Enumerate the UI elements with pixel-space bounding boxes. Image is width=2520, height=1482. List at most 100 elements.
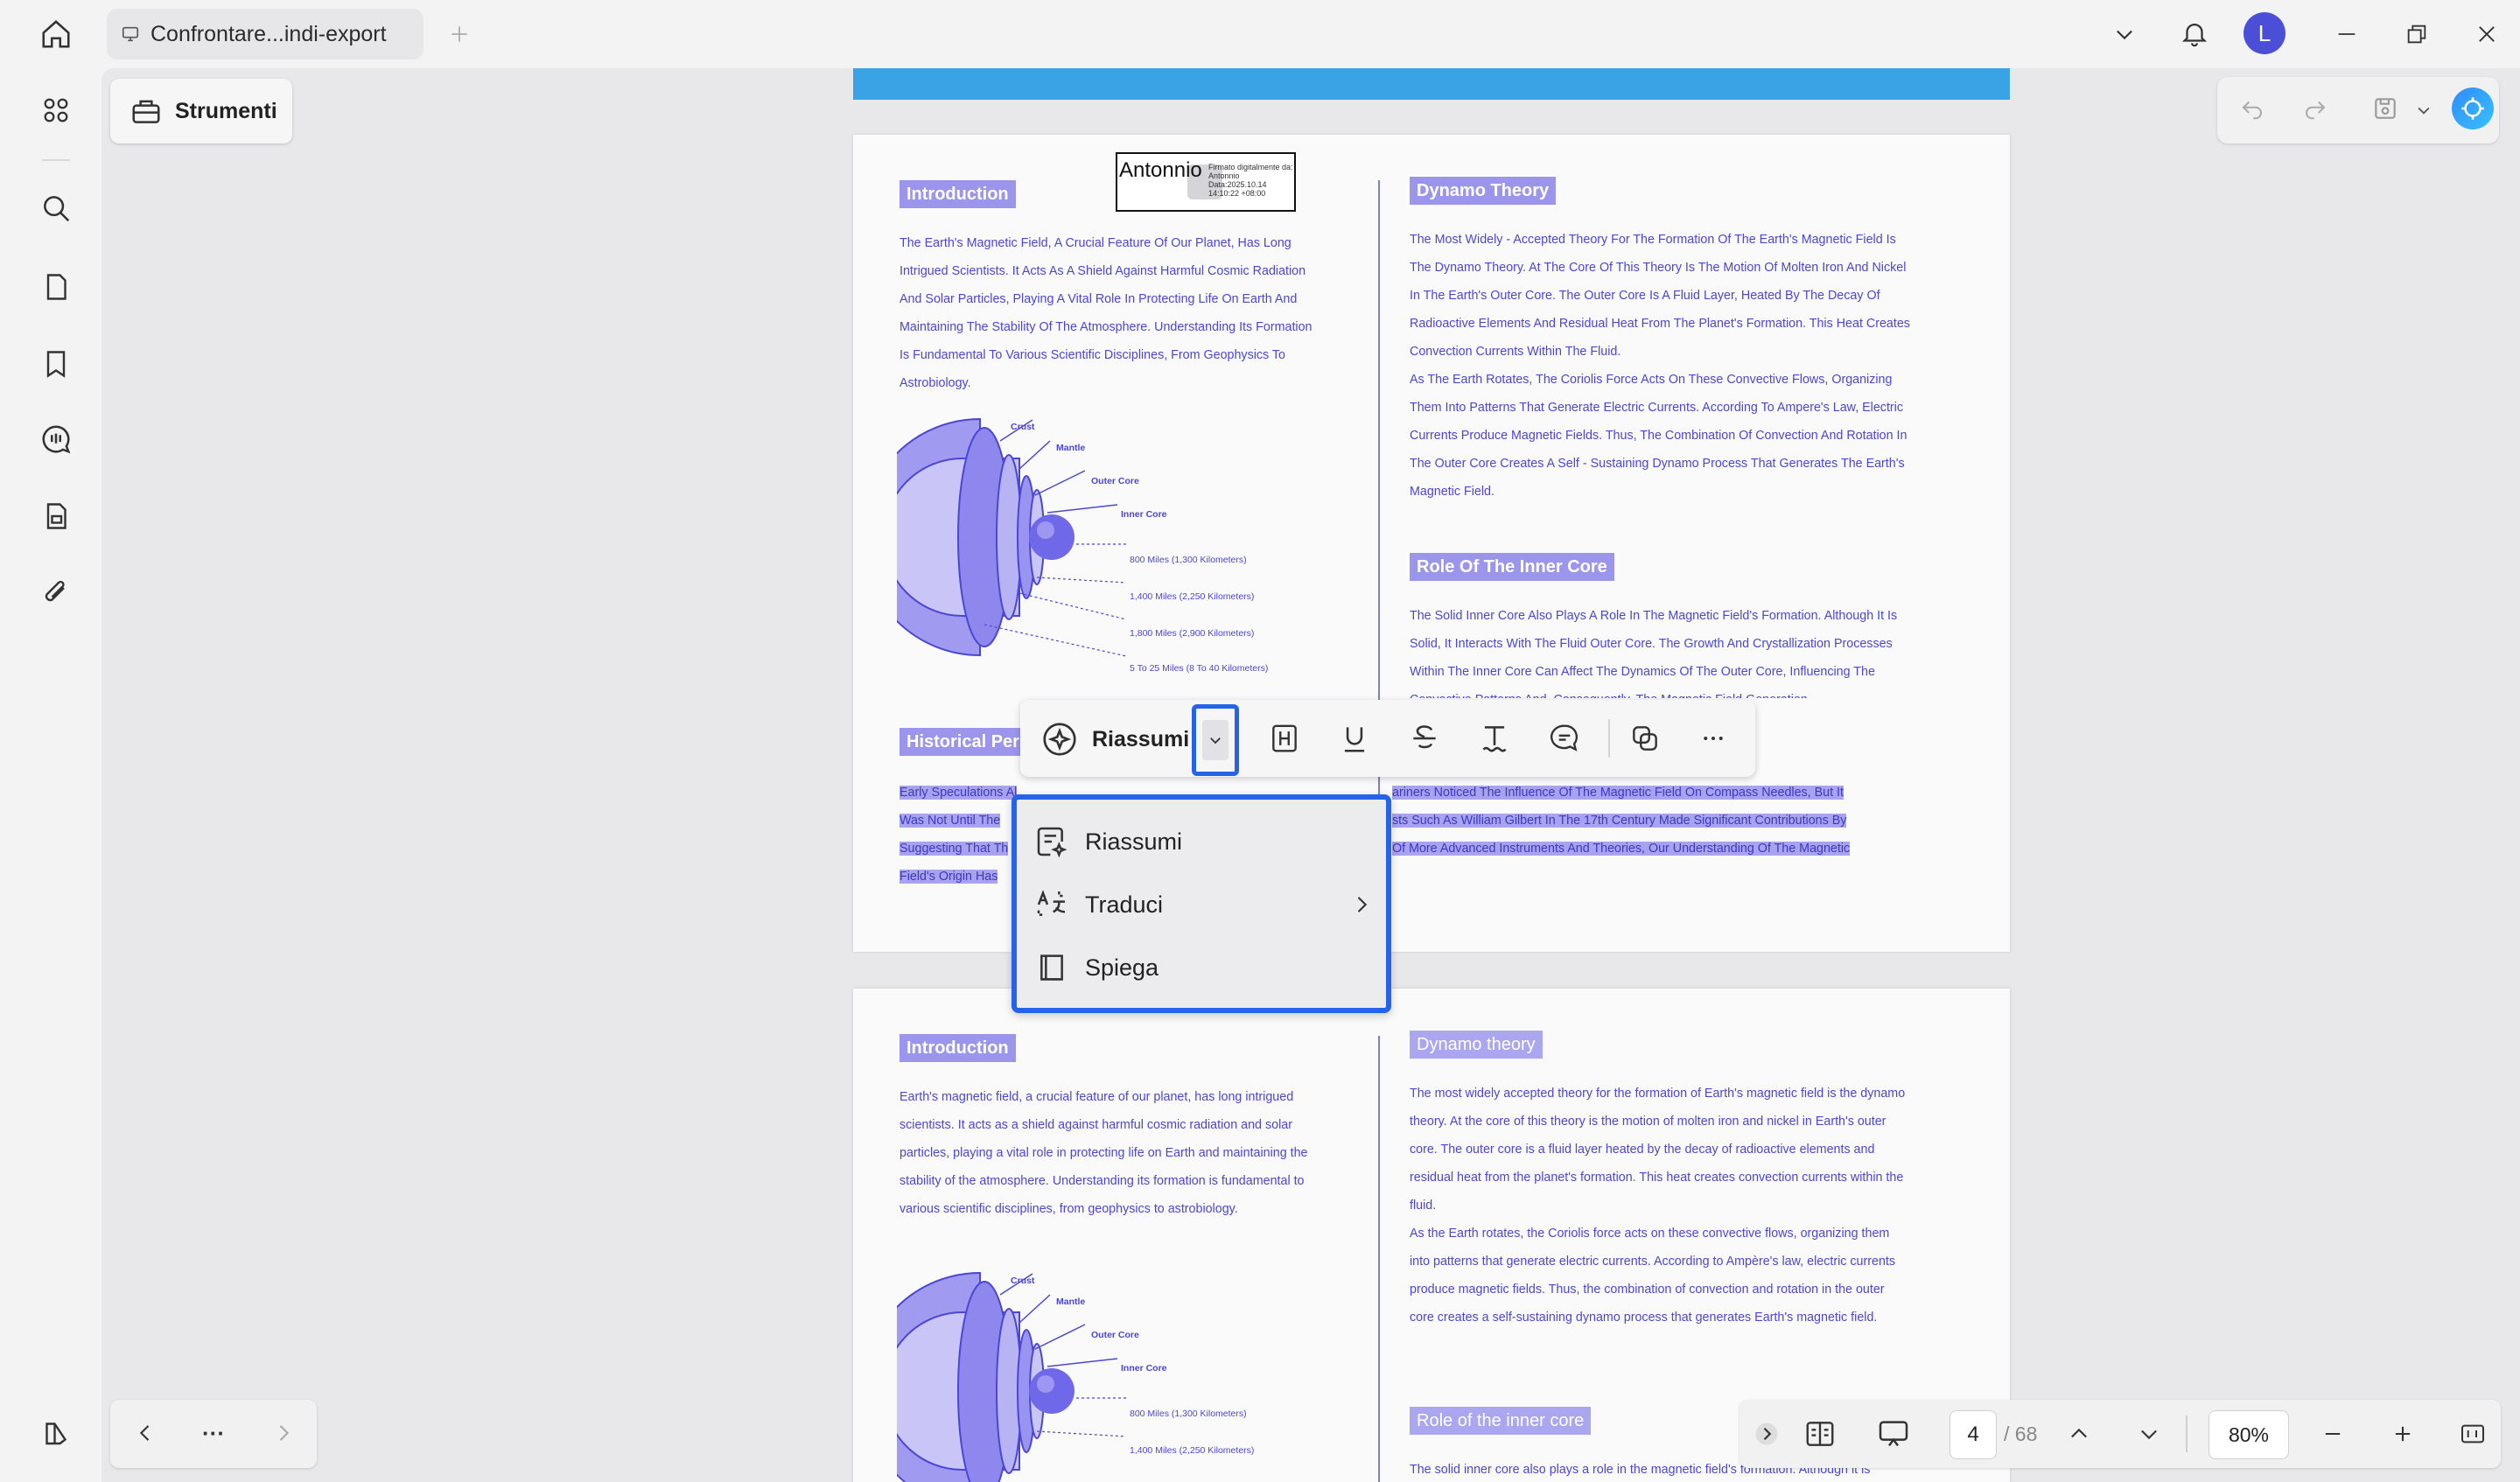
- zoom-out-minus-icon[interactable]: [2315, 1417, 2350, 1451]
- apps-grid-icon[interactable]: [37, 91, 75, 129]
- layer-label: Outer Core: [1091, 1330, 1139, 1340]
- highlighted-text: Suggesting That Th: [900, 842, 1009, 856]
- highlighted-text: Of More Advanced Instruments And Theorie…: [1392, 842, 1851, 856]
- comment-icon[interactable]: [37, 420, 75, 458]
- highlighted-text: sts Such As William Gilbert In The 17th …: [1392, 814, 1847, 828]
- ai-options-dropdown-button[interactable]: [1192, 704, 1239, 776]
- actual-size-icon[interactable]: [2455, 1417, 2490, 1451]
- presentation-icon[interactable]: [1872, 1416, 1914, 1452]
- section-title-introduction: Introduction: [900, 180, 1016, 208]
- sidebar-separator: [42, 159, 70, 161]
- signature-details: Firmato digitalmente da: Antonnio Data:2…: [1208, 163, 1293, 198]
- text-squiggly-icon[interactable]: [1475, 719, 1514, 758]
- zoom-in-plus-icon[interactable]: [2385, 1417, 2420, 1451]
- text-line: Earth's magnetic field, a crucial featur…: [900, 1090, 1294, 1104]
- text-line: Currents Produce Magnetic Fields. Thus, …: [1410, 429, 1908, 443]
- current-page-input[interactable]: 4: [1950, 1410, 1997, 1459]
- menu-item-label: Spiega: [1085, 954, 1159, 981]
- bookmark-icon[interactable]: [37, 345, 75, 383]
- strikethrough-icon[interactable]: [1405, 719, 1444, 758]
- redo-icon[interactable]: [2298, 91, 2333, 126]
- section-title-historical: Historical Pers: [900, 728, 1037, 756]
- more-pages-button[interactable]: ···: [194, 1416, 233, 1451]
- text-line: Convective Patterns And, Consequently, T…: [1410, 686, 1987, 698]
- translate-icon: [1037, 890, 1066, 916]
- chevron-down-icon[interactable]: [2107, 17, 2142, 51]
- attachment-icon[interactable]: [37, 574, 75, 612]
- highlight-icon[interactable]: [1265, 719, 1304, 758]
- signature-name: Antonnio: [1119, 158, 1202, 182]
- page-layout-icon[interactable]: [1801, 1416, 1839, 1452]
- text-line: The Dynamo Theory. At The Core Of This T…: [1410, 261, 1907, 275]
- ai-options-menu: Riassumi Traduci Spiega: [1012, 794, 1391, 1013]
- distance-label: 800 Miles (1,300 Kilometers): [1130, 1409, 1247, 1419]
- highlighted-text: Early Speculations Al: [900, 786, 1018, 800]
- text-line: Astrobiology.: [900, 376, 971, 390]
- underline-icon[interactable]: [1335, 719, 1374, 758]
- text-line: Magnetic Field.: [1410, 485, 1494, 499]
- home-icon[interactable]: [35, 14, 77, 54]
- text-line: core. The outer core is a fluid layer he…: [1410, 1143, 1875, 1157]
- toolbox-icon: [132, 100, 160, 123]
- strumenti-button[interactable]: Strumenti: [110, 79, 292, 143]
- inner-core-paragraph: The Solid Inner Core Also Plays A Role I…: [1410, 602, 1987, 698]
- text-line: The most widely accepted theory for the …: [1410, 1087, 1906, 1101]
- ai-assistant-icon[interactable]: [2452, 87, 2494, 129]
- zoom-level-input[interactable]: 80%: [2208, 1410, 2289, 1459]
- layer-label: Mantle: [1056, 443, 1086, 453]
- ai-sparkle-icon: [1043, 723, 1076, 756]
- riassumi-button[interactable]: Riassumi: [1040, 716, 1189, 763]
- menu-item-riassumi[interactable]: Riassumi: [1034, 817, 1381, 866]
- total-pages: / 68: [2004, 1423, 2038, 1445]
- text-line: Them Into Patterns That Generate Electri…: [1410, 401, 1904, 415]
- forward-arrow-icon[interactable]: [266, 1416, 301, 1451]
- more-options-icon[interactable]: [1694, 719, 1732, 758]
- copy-icon[interactable]: [1626, 719, 1664, 758]
- save-icon[interactable]: [2368, 91, 2403, 126]
- new-tab-plus-icon[interactable]: [443, 17, 476, 51]
- chevron-down-icon: [1210, 738, 1221, 744]
- theme-icon[interactable]: [37, 1414, 75, 1452]
- text-line: stability of the atmosphere. Understandi…: [900, 1174, 1305, 1188]
- save-options-chevron-icon[interactable]: [2412, 98, 2436, 122]
- layer-label: Crust: [1011, 1276, 1035, 1286]
- text-line: Convection Currents Within The Fluid.: [1410, 345, 1621, 359]
- search-icon[interactable]: [37, 189, 75, 227]
- layer-label: Crust: [1011, 422, 1035, 432]
- text-line: into patterns that generate electric cur…: [1410, 1255, 1896, 1269]
- collapse-chevron-icon[interactable]: [1752, 1419, 1782, 1449]
- menu-item-spiega[interactable]: Spiega: [1034, 943, 1381, 992]
- add-comment-icon[interactable]: [1545, 719, 1584, 758]
- close-window-icon[interactable]: [2469, 17, 2504, 51]
- text-line: Solid, It Interacts With The Fluid Outer…: [1410, 637, 1893, 651]
- text-line: The Solid Inner Core Also Plays A Role I…: [1410, 609, 1898, 623]
- previous-page-chevron-up-icon[interactable]: [2062, 1417, 2096, 1451]
- user-avatar[interactable]: L: [2244, 12, 2286, 54]
- bell-icon[interactable]: [2175, 14, 2214, 52]
- book-icon: [1040, 954, 1063, 981]
- minimize-icon[interactable]: [2329, 17, 2364, 51]
- text-line: scientists. It acts as a shield against …: [900, 1118, 1292, 1132]
- digital-signature[interactable]: Antonnio Firmato digitalmente da: Antonn…: [1116, 152, 1296, 212]
- selection-toolbar: Riassumi: [1020, 700, 1755, 777]
- menu-item-traduci[interactable]: Traduci: [1034, 880, 1381, 929]
- text-line: particles, playing a vital role in prote…: [900, 1146, 1308, 1160]
- section-title-dynamo: Dynamo theory: [1410, 1031, 1543, 1059]
- text-line: fluid.: [1410, 1199, 1437, 1213]
- page-icon[interactable]: [37, 268, 75, 306]
- text-line: The Outer Core Creates A Self - Sustaini…: [1410, 457, 1905, 471]
- previous-page-bottom-band: [853, 68, 2010, 100]
- title-bar: Confrontare...indi-export L: [0, 0, 2520, 68]
- text-line: The Earth's Magnetic Field, A Crucial Fe…: [900, 236, 1292, 250]
- introduction-paragraph: Earth's magnetic field, a crucial featur…: [900, 1083, 1372, 1223]
- document-tab[interactable]: Confrontare...indi-export: [107, 9, 424, 59]
- back-arrow-icon[interactable]: [128, 1416, 163, 1451]
- next-page-chevron-down-icon[interactable]: [2132, 1417, 2166, 1451]
- restore-window-icon[interactable]: [2399, 17, 2434, 51]
- text-line: In The Earth's Outer Core. The Outer Cor…: [1410, 289, 1880, 303]
- distance-label: 1,800 Miles (2,900 Kilometers): [1130, 628, 1255, 639]
- monitor-icon: [122, 26, 139, 42]
- undo-icon[interactable]: [2235, 91, 2270, 126]
- form-icon[interactable]: [37, 497, 75, 535]
- text-line: As the Earth rotates, the Coriolis force…: [1410, 1227, 1890, 1241]
